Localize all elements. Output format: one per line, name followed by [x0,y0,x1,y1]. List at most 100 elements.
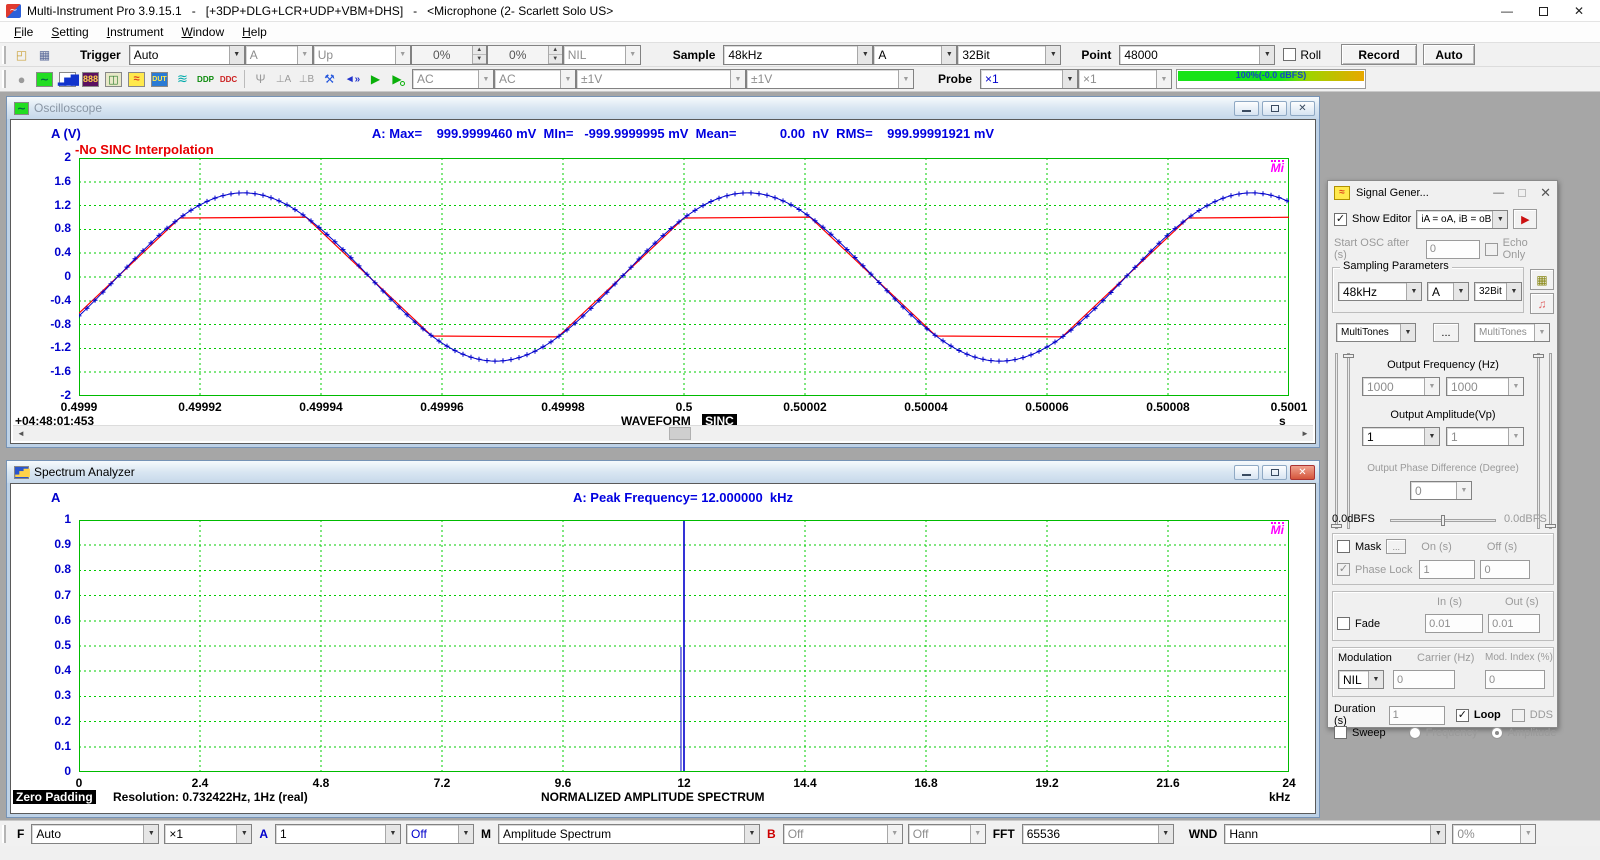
siggen-channel-select[interactable]: A▼ [1427,282,1469,301]
trigger-delay-spinner[interactable]: 0%▲▼ [487,45,563,65]
record-button[interactable]: Record [1341,44,1417,65]
wave-more-button[interactable]: ... [1433,323,1459,342]
scroll-track[interactable] [29,426,1297,441]
freq-axis-select[interactable]: Auto▼ [31,824,159,844]
range-a-select[interactable]: ±1V▼ [576,69,746,89]
mask-more-button[interactable]: ... [1386,539,1406,554]
probe-calibration-button[interactable]: ⚒ [318,69,341,90]
sample-rate-select[interactable]: 48kHz▼ [723,45,873,65]
oscilloscope-close-button[interactable]: ✕ [1290,101,1315,116]
menu-file[interactable]: File [6,23,41,41]
a-mode-select[interactable]: Off▼ [406,824,474,844]
sweep-frequency-radio[interactable] [1409,727,1421,739]
loop-checkbox[interactable]: ✓ [1456,709,1469,722]
output-phase-select[interactable]: 0▼ [1410,481,1472,500]
menu-instrument[interactable]: Instrument [99,23,172,41]
trigger-source-select[interactable]: A▼ [245,45,313,65]
record-indicator[interactable]: ● [10,69,33,90]
sweep-checkbox[interactable] [1334,726,1347,739]
slider-thumb[interactable] [1533,354,1544,358]
wave-b-select[interactable]: MultiTones▼ [1474,323,1550,342]
siggen-play-button[interactable]: ▶ [1513,209,1537,229]
coupling-b-select[interactable]: AC▼ [494,69,576,89]
probe-b-select[interactable]: ×1▼ [1078,69,1172,89]
toolbar-grip[interactable] [2,46,6,64]
output-fader-a-inner[interactable] [1347,353,1350,529]
siggen-maximize-button[interactable] [1518,189,1526,197]
toolbar-grip[interactable] [2,825,6,843]
waveform-plot-area[interactable]: Mi [79,158,1289,396]
point-count-select[interactable]: 48000▼ [1119,45,1275,65]
spectrum-titlebar[interactable]: ▂▅▇ Spectrum Analyzer ✕ [7,461,1319,483]
ground-b-button[interactable]: ⊥B [295,69,318,90]
duration-input[interactable]: 1 [1389,706,1445,725]
output-frequency-a-select[interactable]: 1000▼ [1362,377,1440,396]
fft-size-select[interactable]: 65536▼ [1022,824,1174,844]
b-gain-select[interactable]: Off▼ [783,824,903,844]
oscilloscope-toggle[interactable]: ∼ [33,69,56,90]
output-fader-a-outer[interactable] [1335,353,1338,529]
toolbar-grip[interactable] [2,70,6,88]
slider-thumb[interactable] [1441,515,1445,526]
run-button[interactable]: ▶ [364,69,387,90]
scroll-thumb[interactable] [669,427,691,440]
spectrum-close-button[interactable]: ✕ [1290,465,1315,480]
data-viewer-toggle[interactable]: ◫ [102,69,125,90]
derived-data-button[interactable]: ≋ [171,69,194,90]
sample-bits-select[interactable]: 32Bit▼ [957,45,1061,65]
fade-in-input[interactable]: 0.01 [1425,614,1483,633]
scroll-left-arrow[interactable]: ◄ [13,426,29,441]
output-amplitude-b-select[interactable]: 1▼ [1446,427,1524,446]
echo-only-checkbox[interactable] [1485,243,1498,256]
output-frequency-b-select[interactable]: 1000▼ [1446,377,1524,396]
siggen-minimize-button[interactable]: — [1493,187,1504,199]
roll-checkbox-box[interactable] [1283,48,1296,61]
overlap-select[interactable]: 0%▼ [1452,824,1536,844]
open-file-button[interactable]: ◰ [10,44,33,65]
balance-slider[interactable] [1390,519,1496,522]
sweep-amplitude-radio[interactable] [1491,727,1503,739]
wave-a-select[interactable]: MultiTones▼ [1336,323,1416,342]
mask-on-input[interactable]: 1 [1419,560,1475,579]
spinner-arrows[interactable]: ▲▼ [548,46,562,64]
oscilloscope-hscrollbar[interactable]: ◄ ► [13,425,1313,441]
minimize-button[interactable]: — [1501,1,1513,21]
output-fader-b-outer[interactable] [1549,353,1552,529]
siggen-close-button[interactable]: ✕ [1540,185,1551,201]
b-mode-select[interactable]: Off▼ [908,824,986,844]
spectrum-analyzer-toggle[interactable]: ▂▅▇ [56,69,79,90]
ground-a-button[interactable]: ⊥A [272,69,295,90]
oscilloscope-restore-button[interactable] [1262,101,1287,116]
zoom-select[interactable]: ×1▼ [164,824,252,844]
range-b-select[interactable]: ±1V▼ [746,69,914,89]
trigger-edge-select[interactable]: Up▼ [313,45,411,65]
dut-toggle[interactable]: DUT [148,69,171,90]
mask-checkbox[interactable] [1337,540,1350,553]
multimeter-toggle[interactable]: 888 [79,69,102,90]
trigger-hpf-select[interactable]: NIL▼ [563,45,641,65]
mic-calibration-button[interactable]: Ψ [249,69,272,90]
a-gain-select[interactable]: 1▼ [275,824,401,844]
spectrum-plot-area[interactable]: Mi [79,520,1289,772]
ddp-viewer-button[interactable]: DDP [194,69,217,90]
output-amplitude-a-select[interactable]: 1▼ [1362,427,1440,446]
dds-checkbox[interactable] [1512,709,1525,722]
mod-index-input[interactable]: 0 [1485,670,1545,689]
zero-padding-badge[interactable]: Zero Padding [13,790,96,804]
fade-checkbox[interactable] [1337,617,1350,630]
signal-generator-toggle[interactable]: ≈ [125,69,148,90]
sample-channel-select[interactable]: A▼ [873,45,957,65]
spectrum-restore-button[interactable] [1262,465,1287,480]
coupling-a-select[interactable]: AC▼ [412,69,494,89]
editor-mode-select[interactable]: iA = oA, iB = oB▼ [1416,210,1508,229]
ddc-button[interactable]: DDC [217,69,240,90]
save-button[interactable]: ▦ [33,44,56,65]
trigger-level-spinner[interactable]: 0%▲▼ [411,45,487,65]
mask-off-input[interactable]: 0 [1480,560,1530,579]
analysis-mode-select[interactable]: Amplitude Spectrum▼ [498,824,760,844]
oscilloscope-titlebar[interactable]: ∼ Oscilloscope ✕ [7,97,1319,119]
fade-out-input[interactable]: 0.01 [1488,614,1540,633]
menu-window[interactable]: Window [173,23,232,41]
window-function-select[interactable]: Hann▼ [1224,824,1446,844]
run-loop-button[interactable]: ▶ [387,69,410,90]
